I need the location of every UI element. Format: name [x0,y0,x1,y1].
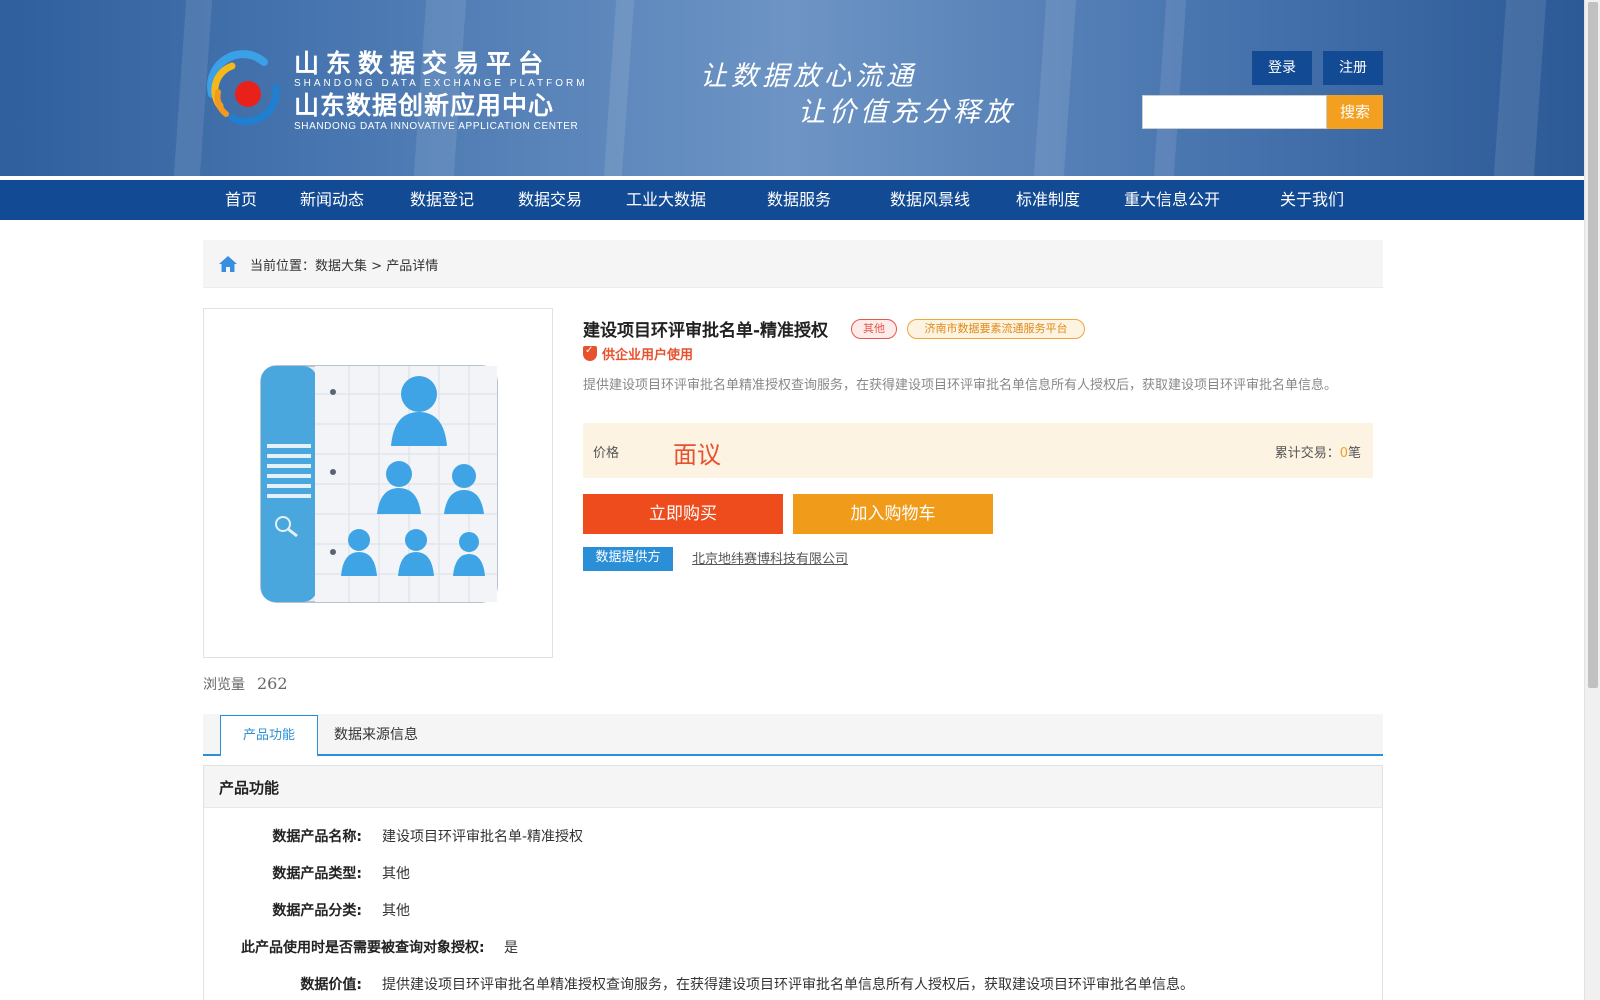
product-title: 建设项目环评审批名单-精准授权 [583,321,829,341]
search-input[interactable] [1142,95,1327,129]
views-number: 262 [257,674,288,693]
nav-item-services[interactable]: 数据服务 [767,180,831,220]
enterprise-use-text: 供企业用户使用 [602,348,694,363]
scrollbar-thumb[interactable] [1588,2,1598,688]
nav-item-home[interactable]: 首页 [225,180,257,220]
price-panel: 价格 面议 累计交易：0笔 [583,423,1373,478]
nav-item-about[interactable]: 关于我们 [1280,180,1344,220]
center-cn: 山东数据创新应用中心 [294,92,555,120]
brand-cn: 山东数据交易平台 [294,50,551,78]
trade-count: 累计交易：0笔 [1275,442,1361,461]
breadcrumb-prefix: 当前位置： [250,259,316,274]
tab-product-function[interactable]: 产品功能 [220,715,318,757]
breadcrumb-text: 当前位置：数据大集 > 产品详情 [250,255,438,274]
product-description: 提供建设项目环评审批名单精准授权查询服务，在获得建设项目环评审批名单信息所有人授… [583,378,1338,393]
home-icon[interactable] [217,253,239,275]
nav-item-news[interactable]: 新闻动态 [300,180,364,220]
detail-value: 其他 [382,903,410,919]
detail-key: 数据产品类型: [272,866,362,882]
detail-key: 数据产品分类: [272,903,362,919]
register-button[interactable]: 注册 [1323,51,1383,85]
main-nav: 首页 新闻动态 数据登记 数据交易 工业大数据 数据服务 数据风景线 标准制度 … [0,180,1584,220]
breadcrumb-current: 产品详情 [386,259,439,274]
price-label: 价格 [593,446,620,461]
detail-heading: 产品功能 [219,779,280,797]
slogan-line1: 让数据放心流通 [700,61,917,92]
site-header: 山东数据交易平台 SHANDONG DATA EXCHANGE PLATFORM… [0,0,1584,176]
view-count: 浏览量 262 [203,674,288,694]
detail-key: 数据价值: [300,977,362,993]
product-image [203,308,553,658]
nav-item-standards[interactable]: 标准制度 [1016,180,1080,220]
login-button[interactable]: 登录 [1252,51,1312,85]
product-illustration [260,365,498,603]
brand-en: SHANDONG DATA EXCHANGE PLATFORM [294,78,588,89]
nav-item-disclosure[interactable]: 重大信息公开 [1124,180,1220,220]
detail-key: 此产品使用时是否需要被查询对象授权: [241,940,485,956]
nav-item-registration[interactable]: 数据登记 [410,180,474,220]
provider-link[interactable]: 北京地纬赛博科技有限公司 [692,548,848,567]
product-detail-panel: 产品功能 数据产品名称: 建设项目环评审批名单-精准授权 数据产品类型: 其他 … [203,765,1383,1000]
tab-bar: 产品功能 数据来源信息 [203,714,1383,757]
trades-unit: 笔 [1347,446,1361,461]
detail-header: 产品功能 [204,766,1382,808]
provider-badge: 数据提供方 [583,547,673,571]
price-value: 面议 [673,441,721,469]
add-to-cart-button[interactable]: 加入购物车 [793,494,993,534]
tab-data-source[interactable]: 数据来源信息 [334,724,418,744]
nav-item-trading[interactable]: 数据交易 [518,180,582,220]
shield-icon [583,345,597,361]
breadcrumb-link-datamarket[interactable]: 数据大集 [315,259,367,274]
nav-item-industrial-data[interactable]: 工业大数据 [626,180,706,220]
search-button[interactable]: 搜索 [1327,95,1383,129]
views-label: 浏览量 [203,677,245,693]
trades-label: 累计交易： [1274,446,1340,461]
center-en: SHANDONG DATA INNOVATIVE APPLICATION CEN… [294,121,579,132]
detail-value: 建设项目环评审批名单-精准授权 [382,829,584,845]
breadcrumb-separator: > [367,259,387,274]
page-scrollbar[interactable] [1584,0,1600,1000]
product-type-tag: 其他 [851,319,897,339]
slogan-line2: 让价值充分释放 [798,97,1015,128]
breadcrumb: 当前位置：数据大集 > 产品详情 [203,240,1383,288]
detail-key: 数据产品名称: [272,829,362,845]
trades-count: 0 [1339,446,1348,461]
buy-now-button[interactable]: 立即购买 [583,494,783,534]
platform-tag: 济南市数据要素流通服务平台 [907,319,1085,339]
platform-logo [207,50,280,126]
brand-text: 山东数据交易平台 SHANDONG DATA EXCHANGE PLATFORM… [294,50,588,133]
enterprise-use-label: 供企业用户使用 [583,344,693,363]
detail-value: 是 [504,940,518,956]
nav-item-scenery[interactable]: 数据风景线 [890,180,970,220]
detail-value: 提供建设项目环评审批名单精准授权查询服务，在获得建设项目环评审批名单信息所有人授… [382,977,1194,993]
detail-value: 其他 [382,866,410,882]
